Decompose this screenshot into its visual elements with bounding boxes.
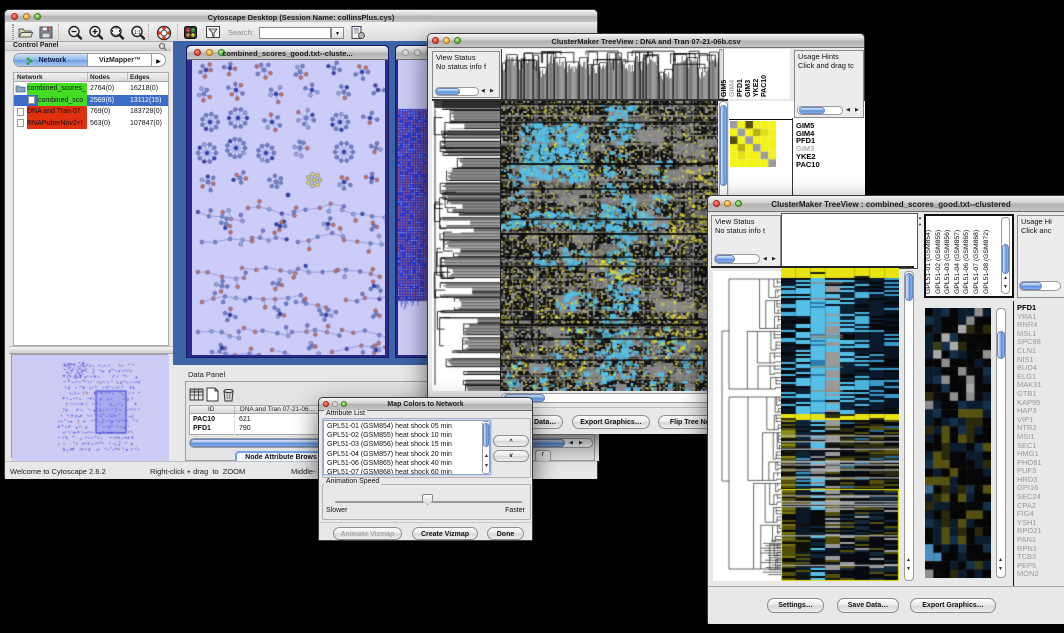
svg-text:1:1: 1:1 bbox=[134, 30, 141, 36]
